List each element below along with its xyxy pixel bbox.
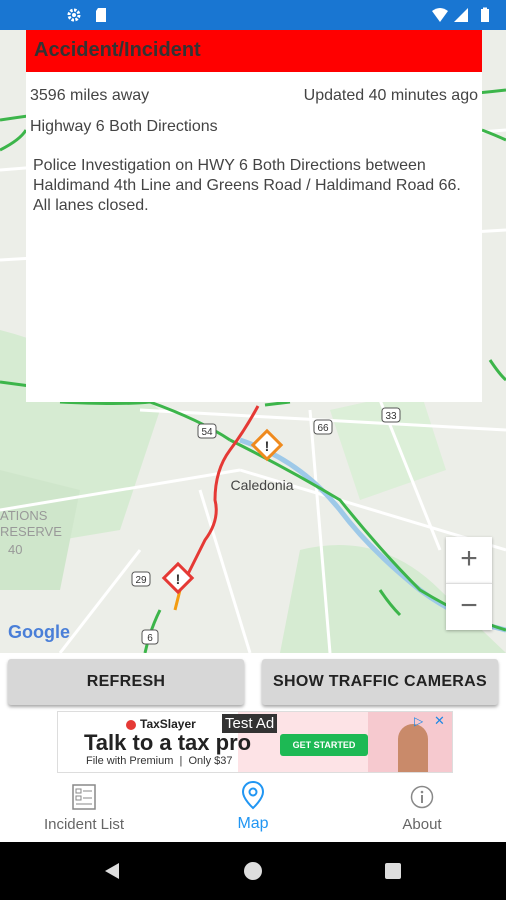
- list-icon: [72, 784, 96, 810]
- ad-headline: Talk to a tax pro: [84, 730, 252, 755]
- incident-description: Police Investigation on HWY 6 Both Direc…: [33, 157, 461, 214]
- recents-icon[interactable]: [384, 862, 402, 880]
- reserve-label-line-2: RESERVE: [0, 524, 62, 539]
- zoom-in-button[interactable]: +: [446, 537, 492, 583]
- road-shield-54-label: 54: [201, 427, 213, 438]
- incident-popup[interactable]: Accident/Incident 3596 miles away Update…: [26, 30, 482, 402]
- ad-brand: TaxSlayer: [140, 717, 196, 731]
- zoom-in-icon: +: [460, 542, 478, 575]
- incident-road: Highway 6 Both Directions: [30, 118, 218, 135]
- battery-icon: [481, 7, 489, 22]
- info-icon: [410, 785, 434, 809]
- show-traffic-cameras-button[interactable]: SHOW TRAFFIC CAMERAS: [262, 659, 498, 705]
- show-traffic-cameras-label: SHOW TRAFFIC CAMERAS: [273, 673, 487, 690]
- refresh-button[interactable]: REFRESH: [8, 659, 244, 705]
- tab-about-label: About: [402, 816, 442, 833]
- tab-map-label: Map: [237, 815, 269, 832]
- svg-text:!: !: [176, 571, 181, 587]
- refresh-button-label: REFRESH: [86, 673, 166, 690]
- svg-text:!: !: [265, 438, 270, 454]
- reserve-label-line-1: ATIONS: [0, 508, 48, 523]
- tab-incident-list-label: Incident List: [43, 816, 125, 833]
- road-shield-66: 66: [313, 419, 333, 435]
- tab-map[interactable]: Map: [169, 776, 337, 842]
- action-button-row: REFRESH SHOW TRAFFIC CAMERAS: [0, 653, 506, 710]
- road-shield-54: 54: [197, 423, 217, 439]
- google-logo: Google: [8, 622, 70, 642]
- location-pin-icon: [241, 780, 265, 810]
- sd-card-icon: [96, 8, 106, 22]
- signal-icon: [454, 8, 468, 22]
- tab-about[interactable]: About: [338, 776, 506, 842]
- wifi-icon: [432, 8, 448, 22]
- popup-title: Accident/Incident: [34, 39, 201, 61]
- home-icon[interactable]: [243, 861, 263, 881]
- ad-subtext: File with Premium | Only $37: [86, 755, 233, 767]
- zoom-out-button[interactable]: −: [446, 583, 492, 630]
- ad-choices-icon[interactable]: ▷: [414, 714, 430, 728]
- tab-incident-list[interactable]: Incident List: [0, 776, 168, 842]
- status-bar: [0, 0, 506, 30]
- zoom-out-icon: −: [460, 589, 478, 622]
- road-shield-33-label: 33: [385, 411, 397, 422]
- popup-header: Accident/Incident: [26, 30, 482, 72]
- incident-distance: 3596 miles away: [30, 87, 150, 104]
- ad-cta-button[interactable]: GET STARTED: [280, 734, 368, 756]
- road-shield-29: 29: [131, 571, 151, 587]
- ad-banner[interactable]: TaxSlayer Test Ad Talk to a tax pro File…: [57, 711, 453, 773]
- settings-icon: [67, 8, 81, 22]
- incident-updated: Updated 40 minutes ago: [303, 87, 478, 104]
- system-nav-bar: [0, 842, 506, 900]
- road-shield-33: 33: [381, 407, 401, 423]
- road-shield-6-label: 6: [147, 633, 153, 644]
- town-label: Caledonia: [230, 477, 293, 493]
- ad-close-icon[interactable]: ✕: [434, 713, 450, 728]
- reserve-label-line-3: 40: [8, 542, 22, 557]
- back-icon[interactable]: [102, 861, 122, 881]
- taxslayer-logo-icon: [126, 720, 136, 730]
- road-shield-66-label: 66: [317, 423, 329, 434]
- bottom-tab-bar: Incident List Map About: [0, 776, 506, 842]
- road-shield-29-label: 29: [135, 575, 147, 586]
- road-shield-6: 6: [141, 629, 159, 645]
